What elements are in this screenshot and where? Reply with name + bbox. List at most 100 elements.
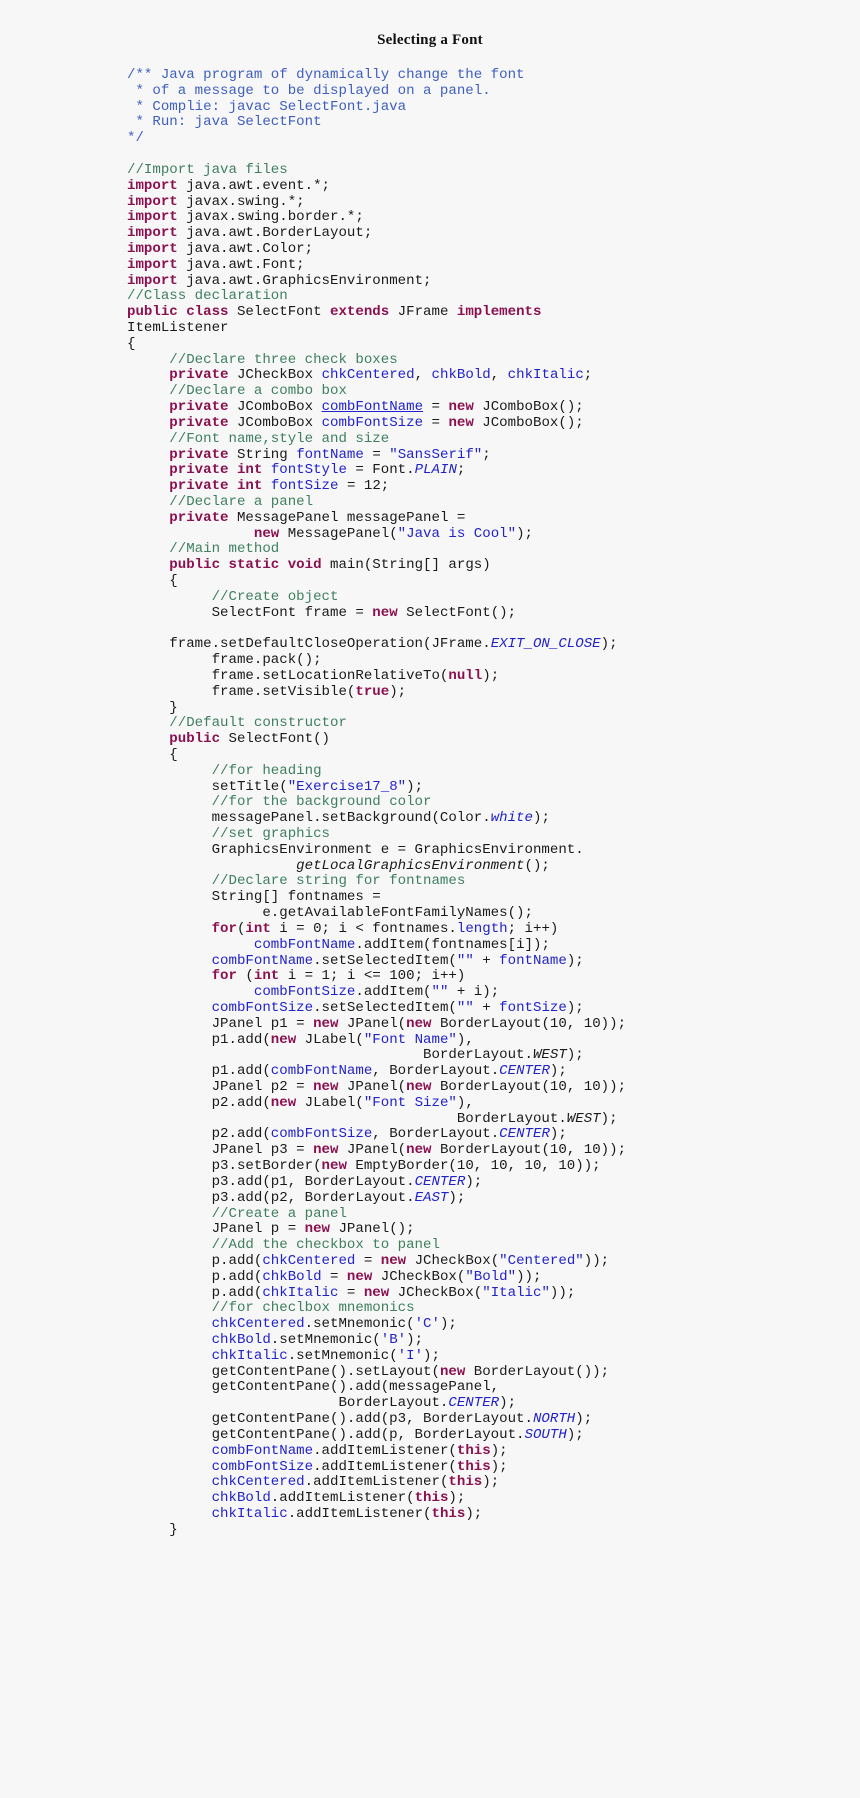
code-token: new: [406, 1142, 432, 1159]
code-line: import java.awt.event.*;: [127, 178, 850, 195]
code-token: p3.add(p2, BorderLayout.: [127, 1189, 415, 1206]
code-token: String: [228, 446, 297, 463]
code-token: ),: [456, 1031, 474, 1048]
code-token: );: [499, 1395, 517, 1412]
code-token: //Font name,style and size: [169, 430, 390, 447]
code-token: javax.swing.border.*;: [177, 209, 364, 226]
code-token: //Create a panel: [211, 1205, 347, 1222]
code-token: getContentPane().add(messagePanel,: [127, 1379, 500, 1396]
code-line: //Create object: [127, 589, 850, 606]
code-line: import java.awt.GraphicsEnvironment;: [127, 272, 850, 290]
code-token: true: [355, 683, 390, 700]
code-line: private String fontName = "SansSerif";: [127, 446, 850, 464]
code-token: .setSelectedItem(: [313, 952, 457, 969]
code-token: .addItem(fontnames[i]);: [355, 936, 550, 953]
code-token: new: [372, 604, 398, 621]
code-token: chkItalic: [211, 1505, 288, 1522]
code-token: length: [456, 920, 508, 937]
code-token: new: [270, 1031, 297, 1048]
code-token: chkBold: [431, 367, 491, 384]
code-line: ItemListener: [127, 320, 850, 337]
code-token: NORTH: [532, 1411, 576, 1428]
code-token: this: [456, 1442, 491, 1459]
code-token: ));: [583, 1252, 610, 1269]
code-token: );: [490, 1458, 508, 1475]
code-token: combFontSize: [270, 1126, 373, 1143]
code-token: private: [169, 399, 229, 416]
code-token: public static void: [169, 557, 322, 574]
code-token: //Declare three check boxes: [169, 351, 398, 368]
code-token: //set graphics: [211, 826, 330, 842]
code-token: getContentPane().add(p, BorderLayout.: [127, 1426, 525, 1443]
code-line: BorderLayout.WEST);: [127, 1047, 850, 1064]
code-token: , BorderLayout.: [372, 1063, 500, 1080]
code-token: messagePanel.setBackground(Color.: [127, 810, 491, 827]
code-token: chkBold: [211, 1490, 271, 1507]
code-line: SelectFont frame = new SelectFont();: [127, 604, 850, 622]
code-token: chkItalic: [262, 1284, 339, 1301]
code-line: p.add(chkCentered = new JCheckBox("Cente…: [127, 1252, 850, 1270]
code-line: //Declare string for fontnames: [127, 874, 850, 890]
code-token: */: [127, 130, 144, 147]
code-token: chkItalic: [211, 1347, 288, 1364]
code-token: p.add(: [127, 1268, 263, 1285]
code-token: this: [431, 1505, 466, 1522]
code-token: .setMnemonic(: [287, 1347, 398, 1364]
code-token: CENTER: [499, 1063, 550, 1080]
code-line: //for heading: [127, 763, 850, 780]
code-token: //Main method: [169, 541, 280, 558]
code-token: +: [473, 999, 500, 1016]
code-line: private MessagePanel messagePanel =: [127, 509, 850, 527]
code-line: }: [127, 700, 850, 717]
code-token: new: [439, 1363, 466, 1380]
code-line: import javax.swing.border.*;: [127, 209, 850, 226]
code-token: ; i++): [507, 920, 559, 937]
code-line: public class SelectFont extends JFrame i…: [127, 304, 850, 321]
code-token: JCheckBox(: [406, 1252, 500, 1269]
code-line: GraphicsEnvironment e = GraphicsEnvironm…: [127, 842, 850, 859]
code-token: import: [127, 272, 178, 289]
code-token: );: [566, 1047, 584, 1064]
code-token: CENTER: [448, 1395, 500, 1412]
code-token: );: [566, 952, 584, 969]
code-token: .setMnemonic(: [304, 1316, 415, 1333]
code-token: e.getAvailableFontFamilyNames();: [262, 905, 533, 922]
code-token: combFontName: [253, 936, 356, 953]
code-token: //for checlbox mnemonics: [211, 1300, 415, 1317]
code-token: public: [169, 731, 221, 748]
code-token: BorderLayout(10, 10));: [431, 1142, 627, 1159]
code-line: frame.setDefaultCloseOperation(JFrame.EX…: [127, 636, 850, 653]
code-token: ),: [456, 1094, 474, 1111]
code-token: //Declare a panel: [169, 493, 314, 510]
code-token: chkItalic: [507, 367, 584, 384]
code-token: implements: [456, 304, 542, 321]
code-token: );: [600, 636, 618, 653]
code-token: new: [346, 1268, 373, 1285]
code-line: messagePanel.setBackground(Color.white);: [127, 810, 850, 827]
code-token: (: [236, 968, 254, 985]
code-token: import: [127, 240, 178, 257]
code-token: .addItem(: [355, 984, 432, 1001]
code-token: java.awt.GraphicsEnvironment;: [177, 272, 432, 289]
code-token: MessagePanel messagePanel =: [228, 509, 466, 526]
code-line: getLocalGraphicsEnvironment();: [127, 858, 850, 875]
code-token: chkCentered: [262, 1252, 356, 1269]
code-token: new: [321, 1158, 347, 1175]
code-token: new: [304, 1221, 330, 1238]
code-token: ;: [456, 462, 466, 479]
code-line: p3.add(p2, BorderLayout.EAST);: [127, 1189, 850, 1207]
code-token: combFontName: [211, 952, 314, 969]
code-line: */: [127, 130, 850, 147]
code-line: combFontName.setSelectedItem("" + fontNa…: [127, 952, 850, 970]
code-token: ItemListener: [127, 320, 229, 336]
code-line: BorderLayout.WEST);: [127, 1111, 850, 1128]
code-token: =: [338, 1284, 364, 1301]
code-token: new: [313, 1142, 339, 1159]
code-token: , BorderLayout.: [372, 1126, 500, 1143]
